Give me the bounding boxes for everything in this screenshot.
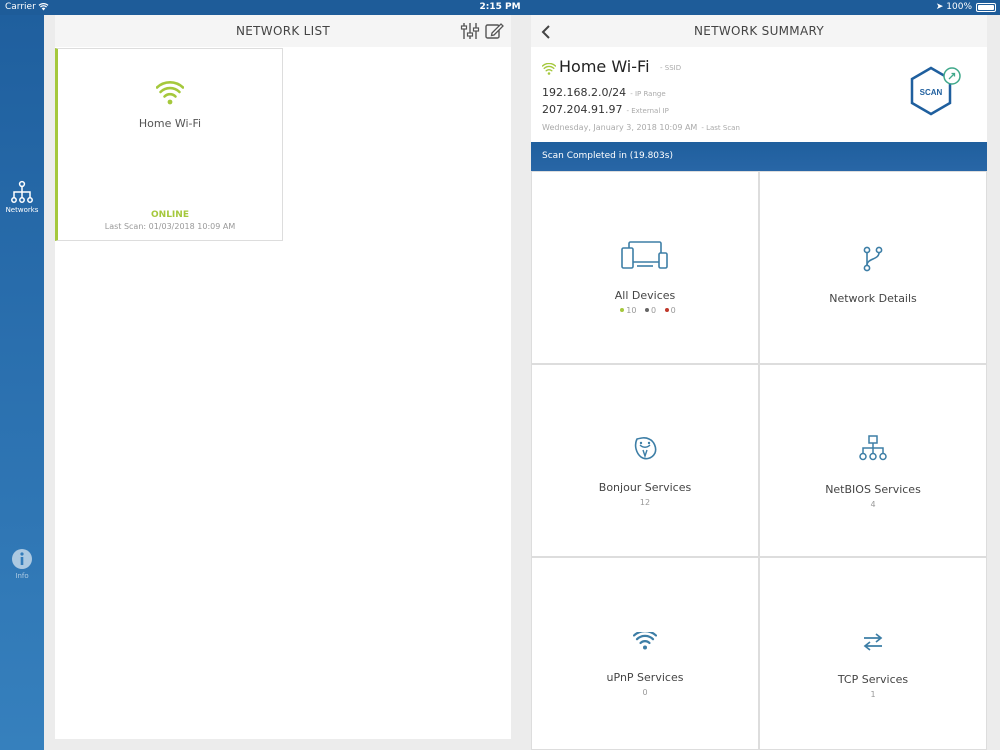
network-summary-header: NETWORK SUMMARY — [531, 15, 987, 47]
device-status-counts: 10 0 0 — [532, 306, 758, 315]
filter-sliders-icon[interactable] — [460, 22, 480, 44]
wifi-icon — [155, 81, 185, 109]
sidebar-item-label: Info — [15, 572, 29, 580]
hierarchy-icon — [760, 435, 986, 461]
network-card-home-wifi[interactable]: Home Wi-Fi ONLINE Last Scan: 01/03/2018 … — [55, 48, 283, 241]
network-summary-info: Home Wi-Fi - SSID 192.168.2.0/24- IP Ran… — [531, 47, 987, 142]
network-name: Home Wi-Fi — [138, 117, 202, 130]
ip-range-label: - IP Range — [630, 90, 666, 98]
sidebar: Networks Info — [0, 15, 44, 750]
network-list-panel: NETWORK LIST Home Wi-Fi ONLINE Last Scan… — [55, 15, 511, 739]
tile-bonjour-services[interactable]: Bonjour Services 12 — [531, 364, 759, 557]
network-list-header: NETWORK LIST — [55, 15, 511, 47]
summary-tiles-grid: All Devices 10 0 0 Network Details Bonjo… — [531, 171, 987, 750]
tile-netbios-services[interactable]: NetBIOS Services 4 — [759, 364, 987, 557]
tile-count: 4 — [870, 500, 876, 509]
status-bar: Carrier 2:15 PM ➤ 100% — [0, 0, 1000, 15]
tile-upnp-services[interactable]: uPnP Services 0 — [531, 557, 759, 750]
page-title: NETWORK SUMMARY — [694, 24, 824, 38]
branch-icon — [760, 246, 986, 272]
scan-completed-banner: Scan Completed in (19.803s) — [531, 142, 987, 171]
devices-icon — [532, 240, 758, 270]
last-scan-row: Wednesday, January 3, 2018 10:09 AM - Las… — [542, 115, 740, 134]
tile-label: NetBIOS Services — [825, 483, 921, 496]
offline-count: 0 — [651, 306, 657, 315]
battery-icon — [976, 3, 996, 12]
sidebar-item-networks[interactable]: Networks — [0, 180, 44, 214]
scan-button[interactable]: SCAN — [907, 65, 963, 121]
wifi-icon — [541, 60, 557, 79]
sidebar-item-info[interactable]: Info — [0, 548, 44, 580]
tile-label: Bonjour Services — [598, 481, 692, 494]
sidebar-item-label: Networks — [5, 206, 39, 214]
clock: 2:15 PM — [479, 2, 521, 12]
bonjour-icon — [532, 435, 758, 461]
last-scan-text: Last Scan: 01/03/2018 10:09 AM — [104, 222, 236, 231]
tile-all-devices[interactable]: All Devices 10 0 0 — [531, 171, 759, 364]
tile-count: 0 — [642, 688, 648, 697]
alert-dot — [664, 308, 669, 312]
scan-button-label: SCAN — [920, 88, 943, 97]
tile-count: 1 — [870, 690, 876, 699]
network-icon — [11, 180, 33, 203]
tile-count: 12 — [639, 498, 651, 507]
ssid-name: Home Wi-Fi — [559, 57, 650, 76]
ssid-label: - SSID — [660, 64, 682, 72]
battery-percent: ➤ 100% — [935, 2, 972, 12]
tile-label: Network Details — [829, 292, 917, 305]
tile-label: All Devices — [614, 289, 676, 302]
network-list: Home Wi-Fi ONLINE Last Scan: 01/03/2018 … — [55, 47, 511, 739]
online-dot — [620, 308, 625, 312]
edit-icon[interactable] — [485, 22, 505, 44]
tile-tcp-services[interactable]: TCP Services 1 — [759, 557, 987, 750]
online-count: 10 — [626, 306, 637, 315]
last-scan-value: Wednesday, January 3, 2018 10:09 AM — [542, 123, 698, 132]
last-scan-label: - Last Scan — [701, 124, 740, 132]
alert-count: 0 — [670, 306, 676, 315]
info-icon — [12, 549, 32, 569]
network-summary-panel: NETWORK SUMMARY Home Wi-Fi - SSID 192.16… — [531, 15, 987, 750]
location-icon: ➤ — [935, 2, 944, 12]
tile-network-details[interactable]: Network Details — [759, 171, 987, 364]
page-title: NETWORK LIST — [236, 24, 330, 38]
external-ip-label: - External IP — [626, 107, 669, 115]
status-badge: ONLINE — [151, 210, 189, 220]
wifi-icon — [532, 632, 758, 650]
transfer-arrows-icon — [760, 632, 986, 652]
tile-label: uPnP Services — [606, 671, 684, 684]
tile-label: TCP Services — [837, 673, 909, 686]
offline-dot — [645, 308, 649, 312]
